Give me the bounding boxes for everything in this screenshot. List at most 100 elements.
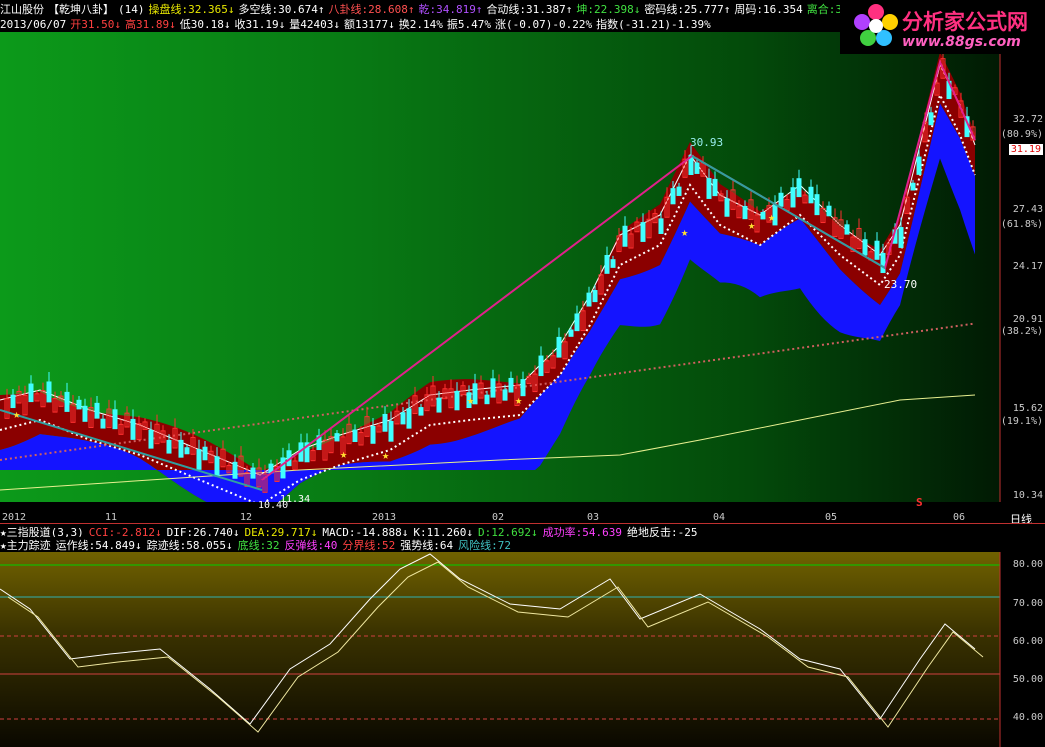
candle-body: [436, 397, 442, 413]
candle-body: [406, 408, 412, 429]
header-value-0: 操盘线:32.365↓: [148, 3, 235, 16]
quote-value-6: 额13177↓: [343, 18, 395, 31]
osc-scale-label: 70.00: [1012, 598, 1043, 609]
candle-body: [28, 383, 34, 403]
candle-body: [64, 391, 70, 412]
x-axis-label: 12: [240, 512, 253, 523]
candle-body: [232, 461, 238, 479]
annotation-low-start2: 11.34: [280, 494, 311, 505]
candle-body: [454, 390, 460, 411]
candle-body: [370, 425, 376, 444]
candle-body: [928, 112, 934, 126]
candle-body: [100, 418, 106, 429]
candle-body: [418, 407, 424, 416]
candle-body: [610, 259, 616, 268]
candle-body: [568, 329, 574, 337]
candle-body: [250, 467, 256, 479]
candle-body: [214, 456, 220, 477]
indicator2-value-0: ★主力踪迹: [0, 539, 51, 552]
x-axis-label: 02: [492, 512, 505, 523]
candle-body: [46, 381, 52, 403]
main-price-chart[interactable]: ★ ★ ★ ★ ★ ★ ★ ★: [0, 0, 1045, 510]
header-value-2: 八卦线:28.608↑: [328, 3, 415, 16]
price-scale-label: 24.17: [1012, 261, 1043, 272]
price-scale-label: 32.72: [1012, 114, 1043, 125]
candle-body: [670, 188, 676, 205]
candle-body: [844, 224, 850, 235]
logo-title: 分析家公式网: [902, 10, 1028, 34]
candle-body: [334, 433, 340, 442]
price-scale-label: 27.43: [1012, 204, 1043, 215]
header-value-8: 离合:3: [806, 3, 840, 16]
flower-logo-icon: [854, 4, 898, 46]
indicator2-value-6: 强势线:64: [400, 539, 454, 552]
quote-value-2: 高31.89↓: [124, 18, 176, 31]
quote-value-5: 量42403↓: [289, 18, 340, 31]
osc-scale-label: 60.00: [1012, 636, 1043, 647]
candle-body: [862, 239, 868, 256]
candle-body: [712, 178, 718, 197]
candle-body: [202, 446, 208, 461]
candle-body: [196, 449, 202, 470]
star-marker-icon: ★: [748, 218, 755, 232]
star-marker-icon: ★: [515, 393, 522, 407]
candle-body: [874, 240, 880, 260]
candle-body: [112, 409, 118, 430]
oscillator-chart[interactable]: [0, 539, 1045, 747]
price-scale-label: (61.8%): [1000, 219, 1043, 230]
x-axis-label: 05: [825, 512, 838, 523]
candle-body: [898, 227, 904, 248]
candle-body: [808, 186, 814, 204]
candle-body: [352, 429, 358, 442]
x-axis-label: 04: [713, 512, 726, 523]
candle-body: [676, 186, 682, 196]
candle-body: [880, 252, 886, 274]
candle-body: [574, 313, 580, 332]
candle-body: [556, 336, 562, 358]
indicator2-value-5: 分界线:52: [342, 539, 396, 552]
quote-value-8: 振5.47%: [446, 18, 491, 31]
header-value-3: 乾:34.819↑: [418, 3, 483, 16]
candle-body: [742, 205, 748, 220]
star-marker-icon: ★: [467, 393, 474, 407]
quote-value-4: 收31.19↓: [234, 18, 286, 31]
header-value-5: 坤:22.398↓: [576, 3, 641, 16]
candle-body: [484, 394, 490, 405]
candle-body: [184, 447, 190, 455]
candle-body: [508, 377, 514, 393]
header-value-7: 周码:16.354: [734, 3, 803, 16]
candle-body: [814, 194, 820, 216]
star-marker-icon: ★: [340, 447, 347, 461]
candle-body: [760, 211, 766, 220]
chart-header: 江山股份 【乾坤八卦】 (14) 操盘线:32.365↓ 多空线:30.674↑ 八卦线:…: [0, 0, 840, 32]
candle-body: [388, 420, 394, 442]
osc-background: [0, 539, 1000, 747]
indicator-name[interactable]: 【乾坤八卦】: [48, 3, 114, 16]
logo-url: www.88gs.com: [902, 34, 1021, 50]
candle-body: [790, 187, 796, 208]
candle-body: [148, 429, 154, 449]
candle-body: [796, 178, 802, 198]
quote-value-3: 低30.18↓: [179, 18, 231, 31]
price-scale-label: 15.62: [1012, 403, 1043, 414]
candle-body: [82, 405, 88, 422]
candle-body: [400, 412, 406, 425]
price-scale-label: (19.1%): [1000, 416, 1043, 427]
candle-body: [910, 182, 916, 191]
price-scale-label: 31.19: [1008, 144, 1043, 155]
x-axis-label: 2013: [372, 512, 397, 523]
candle-body: [94, 402, 100, 419]
sell-marker-icon: S: [916, 496, 923, 509]
header-line-2: 2013/06/07 开31.50↓ 高31.89↓ 低30.18↓ 收31.19↓ 量4…: [0, 16, 840, 31]
candle-body: [694, 162, 700, 174]
candle-body: [724, 198, 730, 217]
indicator2-value-1: 运作线:54.849↓: [55, 539, 142, 552]
candle-body: [490, 378, 496, 398]
annotation-high: 30.93: [690, 136, 724, 149]
price-scale-label: (38.2%): [1000, 326, 1043, 337]
stock-name[interactable]: 江山股份: [0, 3, 44, 16]
indicator-main-force[interactable]: ★主力踪迹 运作线:54.849↓ 踪迹线:58.055↓ 底线:32 反弹线:40 分界…: [0, 537, 1045, 552]
candle-body: [622, 225, 628, 247]
header-value-6: 密码线:25.777↑: [644, 3, 731, 16]
candle-body: [382, 413, 388, 432]
